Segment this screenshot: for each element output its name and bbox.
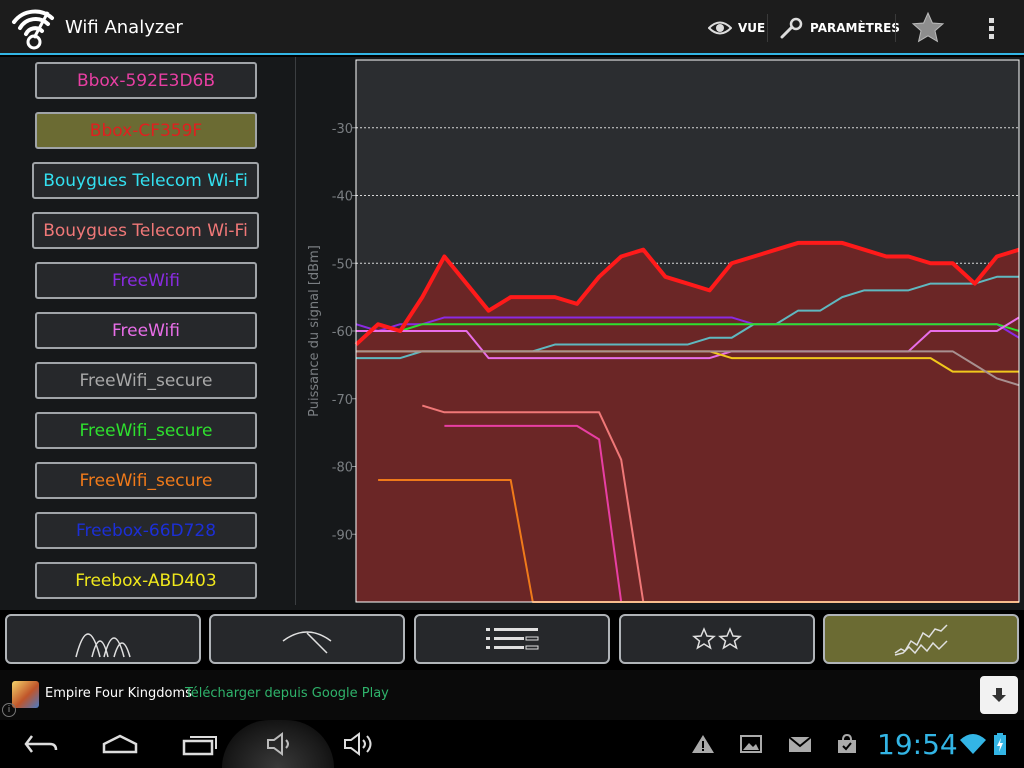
tab-ap-list[interactable]: [414, 614, 610, 664]
network-ssid: FreeWifi_secure: [79, 420, 213, 441]
wifi-status[interactable]: [958, 726, 988, 762]
wifi-analyzer-app-icon[interactable]: [10, 4, 56, 50]
action-bar: Wifi Analyzer VUE PARAMÈTRES: [0, 0, 1024, 55]
warning-icon: [692, 735, 714, 753]
network-ssid: FreeWifi: [112, 270, 180, 291]
ad-download-button[interactable]: [980, 676, 1018, 714]
gmail-icon: [788, 736, 812, 752]
chart-ylabel: Puissance du signal [dBm]: [307, 245, 322, 417]
network-item[interactable]: Bbox-CF359F: [35, 112, 257, 149]
network-item[interactable]: FreeWifi_secure: [35, 362, 257, 399]
app-title: Wifi Analyzer: [65, 17, 183, 38]
list-divider: [295, 57, 296, 605]
network-item[interactable]: Bouygues Telecom Wi-Fi: [32, 162, 259, 199]
network-list: Bbox-592E3D6B Bbox-CF359F Bouygues Telec…: [0, 57, 295, 610]
ad-banner[interactable]: Empire Four Kingdoms Télécharger depuis …: [0, 670, 1024, 720]
network-item[interactable]: FreeWifi_secure: [35, 412, 257, 449]
actionbar-separator: [895, 14, 896, 42]
download-icon: [992, 688, 1006, 702]
network-item[interactable]: FreeWifi: [35, 312, 257, 349]
network-item[interactable]: FreeWifi_secure: [35, 462, 257, 499]
volume-up-icon: [344, 732, 372, 756]
home-button[interactable]: [98, 726, 142, 762]
network-item[interactable]: Bbox-592E3D6B: [35, 62, 257, 99]
store-icon: [838, 733, 856, 753]
tab-channel-graph[interactable]: [5, 614, 201, 664]
overflow-menu-icon[interactable]: [980, 10, 1004, 46]
back-icon: [24, 735, 58, 753]
channel-rating-icon: [692, 627, 742, 650]
y-tick-label: -40: [332, 190, 353, 205]
volume-down-icon: [267, 732, 289, 756]
time-graph-icon: [894, 624, 948, 656]
network-ssid: Bbox-CF359F: [89, 120, 203, 141]
channel-graph-icon: [75, 633, 131, 658]
game-icon: [12, 681, 39, 708]
tab-signal-meter[interactable]: [209, 614, 405, 664]
signal-meter-icon: [282, 631, 332, 654]
view-button[interactable]: VUE: [708, 8, 765, 48]
network-ssid: Freebox-ABD403: [75, 570, 217, 591]
clock[interactable]: 19:54: [877, 728, 958, 761]
gallery-notification[interactable]: [738, 726, 764, 762]
ap-list-icon: [486, 628, 539, 650]
y-tick-label: -50: [332, 257, 353, 272]
tab-time-graph[interactable]: [823, 614, 1019, 664]
y-tick-label: -90: [332, 528, 353, 543]
tab-channel-rating[interactable]: [619, 614, 815, 664]
y-tick-label: -80: [332, 461, 353, 476]
actionbar-separator: [767, 14, 768, 42]
battery-status[interactable]: [990, 726, 1010, 762]
home-icon: [102, 734, 138, 754]
warning-notification[interactable]: [690, 726, 716, 762]
recent-apps-button[interactable]: [178, 726, 222, 762]
settings-button[interactable]: PARAMÈTRES: [780, 8, 900, 48]
wrench-icon: [780, 17, 803, 39]
chart-fill: [356, 242, 1019, 603]
view-tabs: [0, 610, 1024, 670]
star-icon[interactable]: [910, 10, 946, 46]
view-button-label: VUE: [738, 21, 766, 35]
y-tick-label: -60: [332, 325, 353, 340]
network-ssid: Bbox-592E3D6B: [76, 70, 216, 91]
gmail-notification[interactable]: [786, 726, 814, 762]
y-tick-label: -30: [332, 122, 353, 137]
network-ssid: FreeWifi: [112, 320, 180, 341]
system-bar: 19:54: [0, 720, 1024, 768]
network-ssid: Bouygues Telecom Wi-Fi: [43, 170, 248, 191]
gallery-icon: [740, 735, 762, 753]
eye-icon: [708, 21, 732, 35]
network-ssid: FreeWifi_secure: [79, 370, 213, 391]
signal-time-chart: -30 -40 -50 -60 -70 -80 -90 Puissance du signa…: [307, 59, 1020, 603]
back-button[interactable]: [20, 726, 62, 762]
recent-apps-icon: [182, 736, 217, 756]
battery-icon: [994, 733, 1006, 755]
settings-button-label: PARAMÈTRES: [810, 21, 900, 35]
wifi-icon: [960, 734, 986, 754]
network-item[interactable]: Freebox-66D728: [35, 512, 257, 549]
chart-ticks: -30 -40 -50 -60 -70 -80 -90: [332, 122, 356, 543]
ad-subtitle: Télécharger depuis Google Play: [185, 686, 389, 701]
ad-title: Empire Four Kingdoms: [45, 686, 192, 701]
y-tick-label: -70: [332, 393, 353, 408]
network-item[interactable]: FreeWifi: [35, 262, 257, 299]
series-fill: [356, 242, 1019, 603]
network-item[interactable]: Bouygues Telecom Wi-Fi: [32, 212, 259, 249]
volume-down-button[interactable]: [262, 726, 296, 762]
network-item[interactable]: Freebox-ABD403: [35, 562, 257, 599]
volume-up-button[interactable]: [340, 726, 378, 762]
network-ssid: Bouygues Telecom Wi-Fi: [43, 220, 248, 241]
store-notification[interactable]: [834, 726, 860, 762]
main-area: Bbox-592E3D6B Bbox-CF359F Bouygues Telec…: [0, 57, 1024, 610]
network-ssid: Freebox-66D728: [75, 520, 217, 541]
network-ssid: FreeWifi_secure: [79, 470, 213, 491]
ad-info-icon[interactable]: i: [2, 703, 16, 717]
